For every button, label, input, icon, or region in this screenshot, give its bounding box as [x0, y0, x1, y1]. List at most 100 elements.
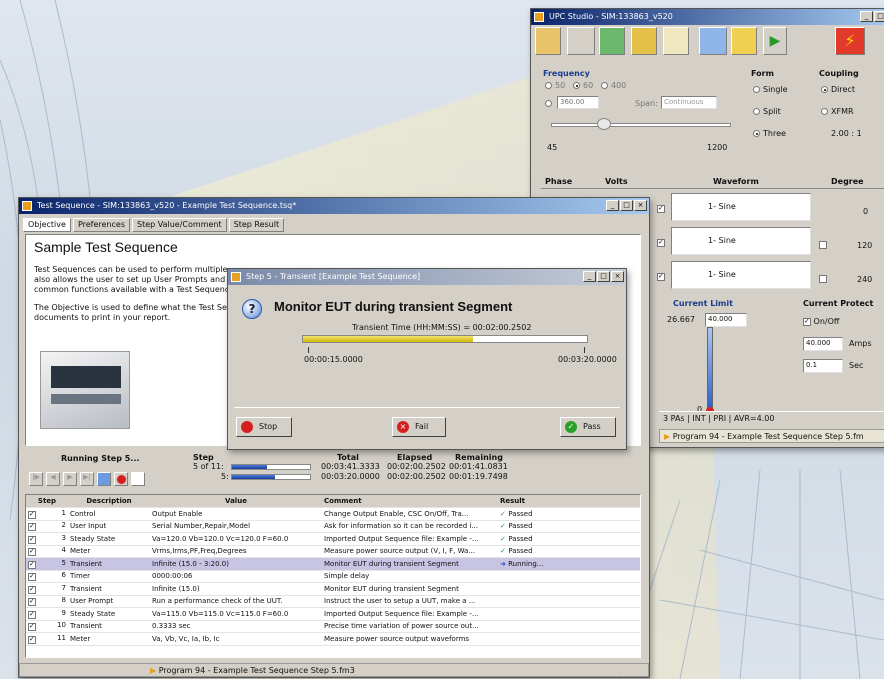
stop-button[interactable]: Stop: [236, 417, 292, 437]
edit-button[interactable]: [131, 472, 145, 486]
frequency-slider[interactable]: [551, 123, 731, 127]
next-step-button[interactable]: ▶: [63, 472, 77, 486]
objective-para2: The Objective is used to define what the…: [34, 303, 227, 312]
gauge-tool-button[interactable]: [567, 27, 595, 55]
table-row[interactable]: 6Timer0000:00:06Simple delay: [26, 570, 640, 583]
protect-onoff-checkbox[interactable]: On/Off: [803, 317, 839, 326]
step-enabled-checkbox[interactable]: [28, 560, 36, 569]
pass-button[interactable]: ✓ Pass: [560, 417, 616, 437]
ts-minimize-button[interactable]: _: [606, 200, 619, 211]
form-split-radio[interactable]: Split: [753, 107, 781, 116]
play-button[interactable]: ▶: [763, 27, 787, 55]
ts-close-button[interactable]: ×: [634, 200, 647, 211]
degree-c: 240: [857, 275, 873, 284]
protect-sec-field[interactable]: 0.1: [803, 359, 843, 373]
maximize-button[interactable]: □: [874, 11, 884, 22]
table-row[interactable]: 10Transient0.3333 secPrecise time variat…: [26, 620, 640, 633]
comment-cell: Instruct the user to setup a UUT, make a…: [322, 595, 498, 608]
stop-run-button[interactable]: [114, 472, 128, 486]
step-enabled-checkbox[interactable]: [28, 572, 36, 582]
step-enabled-checkbox[interactable]: [28, 535, 36, 544]
table-row[interactable]: 3Steady StateVa=120.0 Vb=120.0 Vc=120.0 …: [26, 532, 640, 546]
minimize-button[interactable]: _: [860, 11, 873, 22]
frequency-slider-thumb[interactable]: [597, 118, 611, 130]
form-three-radio[interactable]: Three: [753, 129, 786, 138]
pass-icon: ✓: [565, 421, 577, 433]
current-limit-slider[interactable]: [707, 327, 713, 413]
result-cell: [498, 607, 640, 621]
freq-60-radio[interactable]: 60: [573, 81, 593, 90]
step-number-cell: 7: [26, 582, 68, 596]
table-row[interactable]: 9Steady StateVa=115.0 Vb=115.0 Vc=115.0 …: [26, 607, 640, 621]
dialog-close-button[interactable]: ×: [611, 271, 624, 282]
value-cell: Infinite (15.0): [150, 582, 322, 596]
waveform-c-select[interactable]: 1- Sine: [671, 261, 811, 289]
step-enabled-checkbox[interactable]: [28, 522, 36, 532]
form-single-radio[interactable]: Single: [753, 85, 788, 94]
degree-b: 120: [857, 241, 873, 250]
value-cell: Va=115.0 Vb=115.0 Vc=115.0 F=60.0: [150, 607, 322, 621]
step-enabled-checkbox[interactable]: [28, 622, 36, 632]
waveform-a-select[interactable]: 1- Sine: [671, 193, 811, 221]
step-enabled-checkbox[interactable]: [28, 585, 36, 594]
app-icon: [534, 12, 544, 22]
tab-step-result[interactable]: Step Result: [228, 218, 285, 232]
settings-tool-button[interactable]: [699, 27, 727, 55]
freq-400-radio[interactable]: 400: [601, 81, 626, 90]
span-select[interactable]: Continuous: [661, 96, 717, 109]
table-row[interactable]: 7TransientInfinite (15.0)Monitor EUT dur…: [26, 582, 640, 596]
tab-preferences[interactable]: Preferences: [72, 218, 130, 232]
options-button[interactable]: [97, 472, 111, 486]
freq-50-radio[interactable]: 50: [545, 81, 565, 90]
waveform-b-select[interactable]: 1- Sine: [671, 227, 811, 255]
comment-cell: Monitor EUT during transient Segment: [322, 557, 498, 571]
table-row[interactable]: 2User InputSerial Number,Repair,ModelAsk…: [26, 520, 640, 533]
dialog-minimize-button[interactable]: _: [583, 271, 596, 282]
status-int: INT: [692, 414, 706, 423]
protect-amps-field[interactable]: 40.000: [803, 337, 843, 351]
table-row[interactable]: 4MeterVrms,Irms,PF,Freq,DegreesMeasure p…: [26, 545, 640, 558]
waveform-tool-button[interactable]: [535, 27, 561, 55]
prev-step-button[interactable]: ◀: [46, 472, 60, 486]
tab-step-value-comment[interactable]: Step Value/Comment: [132, 218, 227, 232]
dialog-separator: [234, 407, 620, 408]
checklist-tool-button[interactable]: [663, 27, 689, 55]
phase-c-checkbox[interactable]: [657, 272, 665, 281]
ts-maximize-button[interactable]: □: [620, 200, 633, 211]
remaining-header: Remaining: [455, 453, 503, 462]
table-row[interactable]: 5TransientInfinite (15.0 - 3:20.0)Monito…: [26, 557, 640, 571]
step-enabled-checkbox[interactable]: [28, 610, 36, 619]
lock-tool-button[interactable]: [731, 27, 757, 55]
table-row[interactable]: 11MeterVa, Vb, Vc, Ia, Ib, IcMeasure pow…: [26, 632, 640, 646]
pulse-tool-button[interactable]: [631, 27, 657, 55]
last-step-button[interactable]: ▶|: [80, 472, 94, 486]
step-enabled-checkbox[interactable]: [28, 635, 36, 644]
first-step-button[interactable]: |▶: [29, 472, 43, 486]
result-cell: ✓ Passed: [498, 532, 640, 546]
phase-b-checkbox[interactable]: [657, 238, 665, 247]
freq-custom-field[interactable]: 360.00: [557, 96, 599, 109]
step-enabled-checkbox[interactable]: [28, 547, 36, 557]
dialog-icon: [231, 272, 241, 282]
coupling-direct-radio[interactable]: Direct: [821, 85, 855, 94]
step-enabled-checkbox[interactable]: [28, 510, 36, 519]
dialog-maximize-button[interactable]: □: [597, 271, 610, 282]
value-cell: Vrms,Irms,PF,Freq,Degrees: [150, 545, 322, 558]
transient-progress-bar: [302, 335, 588, 343]
span-label: Span:: [635, 99, 658, 108]
phase-a-checkbox[interactable]: [657, 204, 665, 213]
question-icon: ?: [242, 299, 262, 319]
table-row[interactable]: 1ControlOutput EnableChange Output Enabl…: [26, 507, 640, 521]
scope-tool-button[interactable]: [599, 27, 625, 55]
freq-custom-radio[interactable]: [545, 99, 555, 108]
coupling-xfmr-radio[interactable]: XFMR: [821, 107, 854, 116]
table-row[interactable]: 8User PromptRun a performance check of t…: [26, 595, 640, 608]
fail-button[interactable]: × Fail: [392, 417, 446, 437]
elapsed-a: 00:02:00.2502: [387, 462, 446, 471]
phase-c-degree-checkbox[interactable]: [819, 275, 827, 283]
output-enable-button[interactable]: ⚡: [835, 27, 865, 55]
step-enabled-checkbox[interactable]: [28, 597, 36, 607]
tab-objective[interactable]: Objective: [23, 218, 71, 232]
phase-b-degree-checkbox[interactable]: [819, 241, 827, 249]
current-limit-field[interactable]: 40.000: [705, 313, 747, 327]
